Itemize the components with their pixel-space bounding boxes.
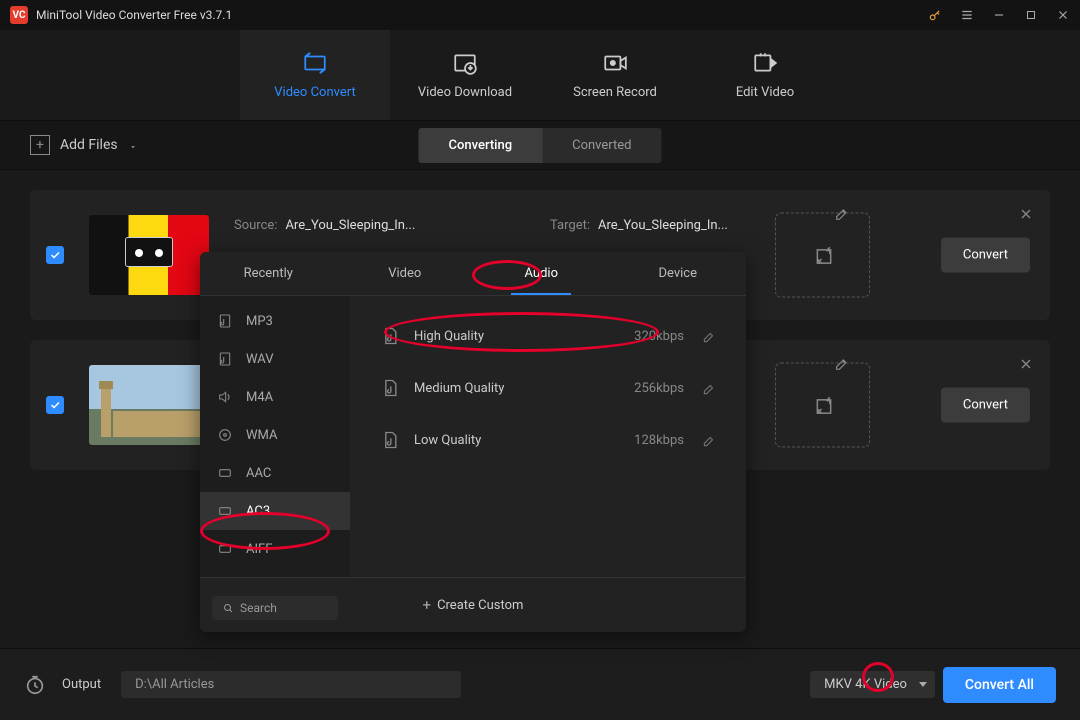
audio-file-icon (216, 312, 234, 330)
file-thumbnail (89, 215, 209, 295)
remove-row-icon[interactable] (1018, 206, 1034, 222)
badge-icon (216, 464, 234, 482)
chevron-down-icon (919, 682, 927, 687)
chevron-down-icon (128, 140, 138, 150)
format-mp3[interactable]: MP3 (200, 302, 350, 340)
create-custom-button[interactable]: + Create Custom (423, 596, 524, 614)
bottom-bar: Output D:\All Articles MKV 4K Video Conv… (0, 648, 1080, 720)
speaker-icon (216, 388, 234, 406)
file-thumbnail (89, 365, 209, 445)
output-label: Output (62, 677, 101, 692)
nav-label: Video Convert (274, 85, 355, 100)
music-file-icon (380, 378, 400, 398)
add-files-label: Add Files (60, 137, 118, 153)
download-icon (451, 51, 479, 75)
format-picker: Recently Video Audio Device MP3 WAV M4A … (200, 252, 746, 632)
remove-row-icon[interactable] (1018, 356, 1034, 372)
source-label: Source: (234, 218, 277, 233)
format-search-input[interactable]: Search (212, 596, 338, 620)
status-tabs: Converting Converted (419, 128, 662, 163)
convert-button[interactable]: Convert (941, 238, 1030, 273)
nav-screen-record[interactable]: Screen Record (540, 30, 690, 120)
nav-edit-video[interactable]: Edit Video (690, 30, 840, 120)
tab-converting[interactable]: Converting (419, 128, 543, 163)
format-chip-label: MKV 4K Video (824, 677, 907, 692)
search-placeholder: Search (240, 601, 277, 615)
menu-icon[interactable] (960, 8, 974, 22)
quality-name: Medium Quality (414, 381, 634, 396)
nav-label: Video Download (418, 85, 512, 100)
quality-name: Low Quality (414, 433, 634, 448)
title-bar: VC MiniTool Video Converter Free v3.7.1 (0, 0, 1080, 30)
nav-video-download[interactable]: Video Download (390, 30, 540, 120)
target-label: Target: (550, 218, 590, 233)
app-title: MiniTool Video Converter Free v3.7.1 (36, 8, 928, 22)
nav-video-convert[interactable]: Video Convert (240, 30, 390, 120)
add-files-button[interactable]: + Add Files (30, 135, 138, 155)
maximize-icon[interactable] (1024, 8, 1038, 22)
audio-file-icon (216, 350, 234, 368)
minimize-icon[interactable] (992, 8, 1006, 22)
convert-button[interactable]: Convert (941, 388, 1030, 423)
music-file-icon (380, 326, 400, 346)
tab-converted[interactable]: Converted (542, 128, 661, 163)
edit-icon[interactable] (702, 381, 716, 395)
row-checkbox[interactable] (46, 246, 64, 264)
quality-medium[interactable]: Medium Quality 256kbps (370, 362, 726, 414)
row-checkbox[interactable] (46, 396, 64, 414)
quality-rate: 128kbps (634, 433, 684, 448)
edit-icon[interactable] (702, 329, 716, 343)
format-wav[interactable]: WAV (200, 340, 350, 378)
target-filename: Are_You_Sleeping_In... (598, 218, 728, 233)
expand-icon (814, 396, 832, 414)
format-m4a[interactable]: M4A (200, 378, 350, 416)
popup-tab-audio[interactable]: Audio (473, 252, 610, 295)
main-nav: Video Convert Video Download Screen Reco… (0, 30, 1080, 120)
record-icon (601, 51, 629, 75)
popup-tab-video[interactable]: Video (337, 252, 474, 295)
popup-tab-recently[interactable]: Recently (200, 252, 337, 295)
quality-low[interactable]: Low Quality 128kbps (370, 414, 726, 466)
nav-label: Edit Video (736, 85, 794, 100)
edit-video-icon (751, 51, 779, 75)
badge-icon (216, 540, 234, 558)
edit-icon[interactable] (702, 433, 716, 447)
target-format-box[interactable] (775, 213, 870, 298)
close-icon[interactable] (1056, 8, 1070, 22)
format-wma[interactable]: WMA (200, 416, 350, 454)
toolbar: + Add Files Converting Converted (0, 120, 1080, 170)
badge-icon (216, 502, 234, 520)
target-format-box[interactable] (775, 363, 870, 448)
nav-label: Screen Record (573, 85, 657, 100)
quality-list: High Quality 320kbps Medium Quality 256k… (350, 296, 746, 577)
popup-tab-device[interactable]: Device (610, 252, 747, 295)
create-custom-label: Create Custom (437, 598, 523, 613)
convert-icon (301, 51, 329, 75)
format-ac3[interactable]: AC3 (200, 492, 350, 530)
convert-all-button[interactable]: Convert All (943, 667, 1056, 703)
music-file-icon (380, 430, 400, 450)
plus-icon: + (30, 135, 50, 155)
quality-name: High Quality (414, 329, 634, 344)
disc-icon (216, 426, 234, 444)
source-filename: Are_You_Sleeping_In... (285, 218, 415, 233)
format-m4b[interactable]: M4B (200, 568, 350, 577)
plus-icon: + (423, 596, 432, 614)
app-logo-icon: VC (10, 6, 28, 24)
clock-icon[interactable] (24, 674, 46, 696)
format-aiff[interactable]: AIFF (200, 530, 350, 568)
global-format-select[interactable]: MKV 4K Video (810, 671, 935, 698)
format-aac[interactable]: AAC (200, 454, 350, 492)
format-list[interactable]: MP3 WAV M4A WMA AAC AC3 AIFF M4B (200, 296, 350, 577)
search-icon (222, 602, 234, 614)
quality-rate: 256kbps (634, 381, 684, 396)
key-icon[interactable] (928, 8, 942, 22)
quality-rate: 320kbps (634, 329, 684, 344)
quality-high[interactable]: High Quality 320kbps (370, 310, 726, 362)
output-path[interactable]: D:\All Articles (121, 671, 461, 698)
expand-icon (814, 246, 832, 264)
